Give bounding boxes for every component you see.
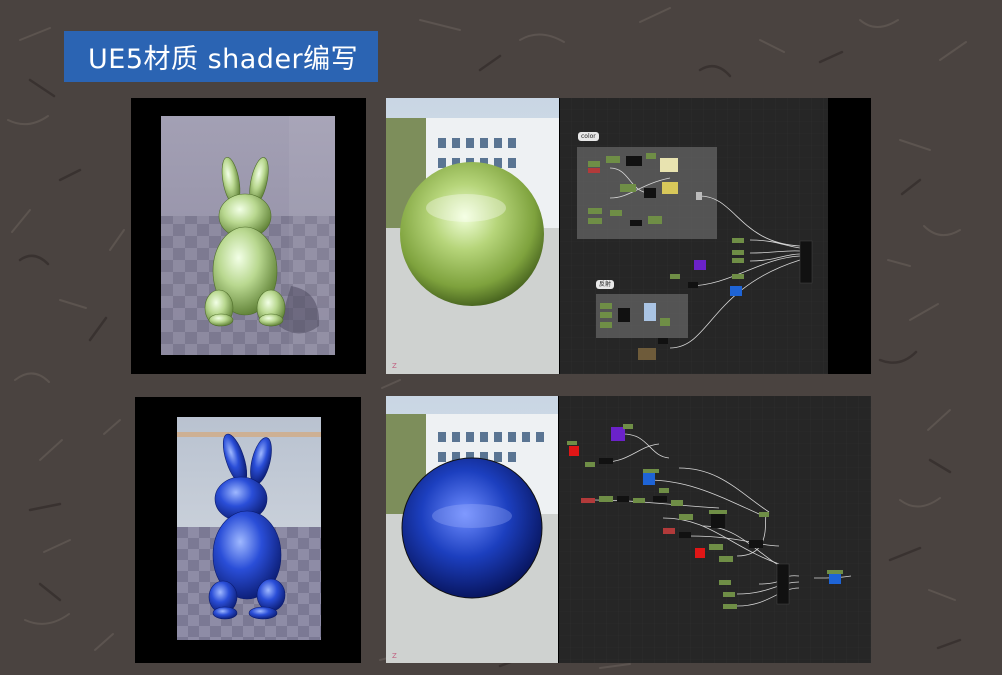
comment-label-reflect: 反射: [596, 280, 615, 289]
node-graph-blue[interactable]: [559, 396, 871, 663]
material-editor-panel-green: Z color 反射: [386, 98, 871, 374]
comment-label-color: color: [578, 132, 599, 141]
bunny-viewport-green: [161, 116, 335, 355]
title-banner: UE5材质 shader编写: [64, 31, 378, 82]
sphere-viewport-green: Z: [386, 98, 559, 374]
material-editor-panel-blue: Z: [386, 396, 871, 663]
sphere-viewport-blue: Z: [386, 396, 558, 663]
page-title: UE5材质 shader编写: [88, 44, 359, 75]
bunny-preview-panel-blue: [135, 397, 361, 663]
node-graph-green[interactable]: color 反射: [560, 98, 828, 374]
axis-gizmo-blue: Z: [392, 652, 397, 660]
bunny-viewport-blue: [177, 417, 321, 640]
material-sphere-green: [400, 162, 544, 306]
axis-gizmo: Z: [392, 362, 397, 370]
bunny-preview-panel-green: [131, 98, 366, 374]
